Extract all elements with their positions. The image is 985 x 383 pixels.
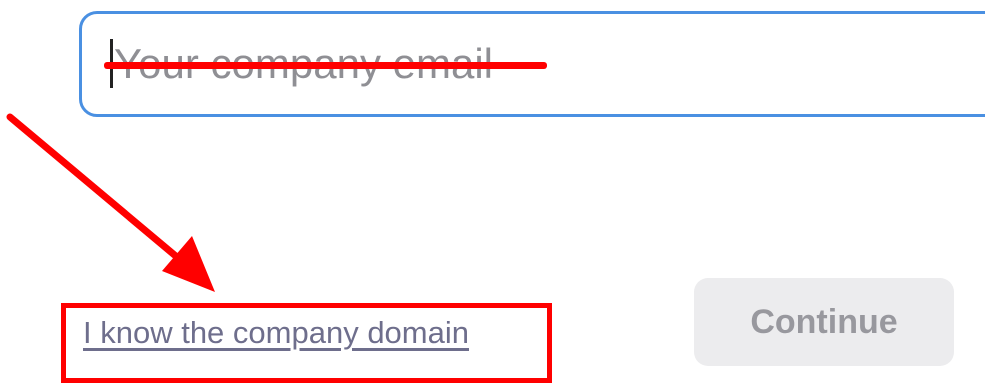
arrow-shaft [6,113,194,272]
company-domain-link[interactable]: I know the company domain [83,313,469,353]
arrow-head [162,236,215,292]
continue-button[interactable]: Continue [694,278,954,366]
